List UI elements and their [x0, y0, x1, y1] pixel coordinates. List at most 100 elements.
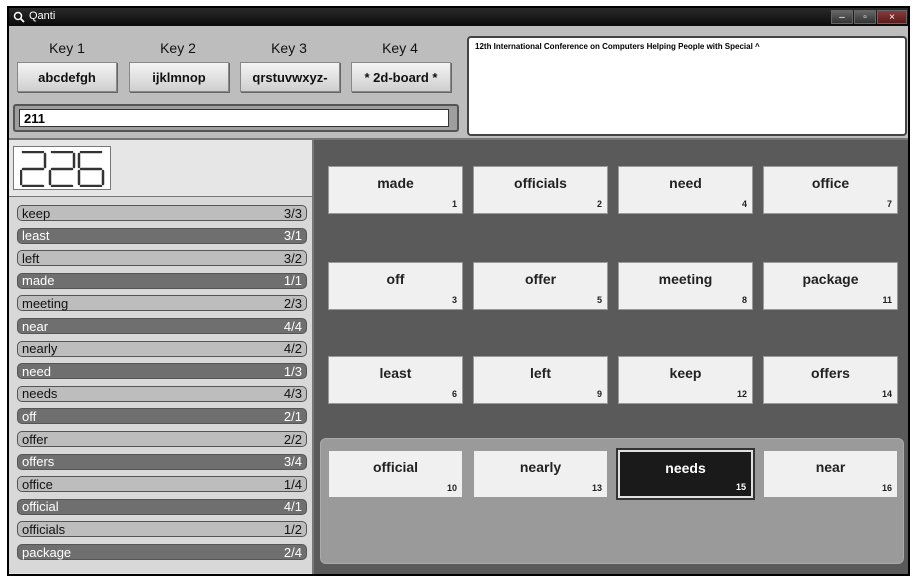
list-item[interactable]: least 3/1	[17, 227, 307, 244]
grid-word-label: offer	[524, 271, 557, 287]
key-label: Key 1	[49, 40, 85, 56]
key-row: Key 1 abcdefgh Key 2 ijklmnop Key 3 qrst…	[9, 32, 469, 102]
list-item-code: 1/2	[283, 521, 302, 537]
list-item-code: 4/4	[283, 318, 302, 334]
grid-word-button[interactable]: made 1	[328, 166, 463, 214]
left-panel: keep 3/3 least 3/1 left 3/2 made 1/1 meeting 2/3 n…	[9, 140, 314, 574]
grid-word-button[interactable]: least 6	[328, 356, 463, 404]
grid-word-label: least	[379, 365, 412, 381]
list-item-code: 2/1	[283, 408, 302, 424]
list-item[interactable]: keep 3/3	[17, 205, 307, 221]
list-item-word: offers	[22, 454, 55, 470]
key-group-1: Key 1	[13, 32, 121, 56]
grid-word-label: office	[811, 175, 850, 191]
grid-word-number: 4	[741, 199, 747, 209]
list-item-word: officials	[22, 521, 66, 537]
grid-word-label: official	[372, 459, 419, 475]
key-label: Key 4	[382, 40, 418, 56]
grid-word-button[interactable]: offers 14	[763, 356, 898, 404]
counter-digit	[20, 151, 47, 187]
list-item[interactable]: needs 4/3	[17, 385, 307, 402]
grid-word-button[interactable]: near 16	[763, 450, 898, 498]
close-button[interactable]: ×	[877, 10, 907, 24]
list-item[interactable]: left 3/2	[17, 250, 307, 267]
list-item[interactable]: made 1/1	[17, 272, 307, 289]
grid-word-button[interactable]: office 7	[763, 166, 898, 214]
title-bar: Qanti – ▫ ×	[9, 8, 908, 26]
grid-word-number: 14	[881, 389, 892, 399]
text-output-panel[interactable]: 12th International Conference on Compute…	[467, 36, 907, 136]
grid-word-number: 13	[591, 483, 602, 493]
list-item-code: 2/4	[283, 544, 302, 560]
minimize-button[interactable]: –	[831, 10, 853, 24]
grid-word-label: needs	[665, 460, 706, 476]
list-item-word: least	[22, 228, 50, 244]
list-item-word: office	[22, 476, 53, 492]
list-item-word: package	[22, 544, 72, 560]
grid-word-number: 8	[741, 295, 747, 305]
grid-word-button[interactable]: left 9	[473, 356, 608, 404]
list-item[interactable]: need 1/3	[17, 363, 307, 380]
grid-word-label: meeting	[658, 271, 713, 287]
list-item-code: 3/2	[283, 250, 302, 266]
key-1-button[interactable]: abcdefgh	[17, 62, 117, 92]
key-3-button[interactable]: qrstuvwxyz-	[240, 62, 340, 92]
grid-word-button[interactable]: needs 15	[618, 450, 753, 498]
grid-word-button[interactable]: officials 2	[473, 166, 608, 214]
list-item-word: need	[22, 363, 51, 379]
grid-word-label: keep	[669, 365, 702, 381]
grid-word-button[interactable]: off 3	[328, 262, 463, 310]
list-item[interactable]: official 4/1	[17, 498, 307, 515]
list-item-code: 1/1	[283, 273, 302, 289]
list-item[interactable]: office 1/4	[17, 476, 307, 493]
grid-word-number: 5	[596, 295, 602, 305]
grid-word-label: nearly	[519, 459, 562, 475]
grid-word-label: off	[386, 271, 405, 287]
list-item[interactable]: officials 1/2	[17, 521, 307, 538]
list-item-word: nearly	[22, 341, 58, 357]
key-label: Key 3	[271, 40, 307, 56]
list-item-code: 3/1	[283, 228, 302, 244]
list-item-code: 2/3	[283, 295, 302, 311]
restore-button[interactable]: ▫	[854, 10, 876, 24]
list-item-word: made	[22, 273, 55, 289]
grid-word-number: 2	[596, 199, 602, 209]
word-grid-panel: made 1 officials 2 need 4 office 7 off 3 offer 5 mee…	[314, 140, 908, 574]
segment-counter	[20, 151, 105, 187]
counter-digit	[48, 151, 76, 187]
key-2-button[interactable]: ijklmnop	[129, 62, 229, 92]
key-4-button[interactable]: * 2d-board *	[351, 62, 451, 92]
window-title: Qanti	[29, 10, 56, 22]
list-item[interactable]: meeting 2/3	[17, 295, 307, 312]
counter-digit	[77, 151, 105, 187]
list-item[interactable]: off 2/1	[17, 408, 307, 425]
word-list: keep 3/3 least 3/1 left 3/2 made 1/1 meeting 2/3 n…	[9, 196, 312, 573]
grid-word-label: offers	[811, 365, 850, 381]
grid-word-number: 9	[596, 389, 602, 399]
grid-word-button[interactable]: meeting 8	[618, 262, 753, 310]
list-item[interactable]: package 2/4	[17, 544, 307, 560]
list-item-code: 1/4	[283, 476, 302, 492]
key-group-4: Key 4	[346, 32, 454, 56]
grid-word-button[interactable]: package 11	[763, 262, 898, 310]
grid-word-label: made	[377, 175, 414, 191]
grid-word-button[interactable]: need 4	[618, 166, 753, 214]
list-item[interactable]: offer 2/2	[17, 431, 307, 447]
list-item-word: needs	[22, 386, 58, 402]
grid-word-button[interactable]: offer 5	[473, 262, 608, 310]
list-item[interactable]: offers 3/4	[17, 453, 307, 470]
grid-word-label: need	[669, 175, 702, 191]
list-item[interactable]: nearly 4/2	[17, 340, 307, 357]
grid-word-button[interactable]: keep 12	[618, 356, 753, 404]
grid-word-number: 12	[736, 389, 747, 399]
list-item[interactable]: near 4/4	[17, 318, 307, 334]
grid-word-number: 1	[451, 199, 457, 209]
code-input[interactable]	[19, 109, 449, 127]
list-item-word: near	[22, 318, 49, 334]
list-item-word: keep	[22, 205, 51, 221]
grid-word-button[interactable]: official 10	[328, 450, 463, 498]
grid-word-button[interactable]: nearly 13	[473, 450, 608, 498]
key-group-3: Key 3	[235, 32, 343, 56]
list-item-word: left	[22, 250, 40, 266]
counter-display	[13, 146, 111, 190]
